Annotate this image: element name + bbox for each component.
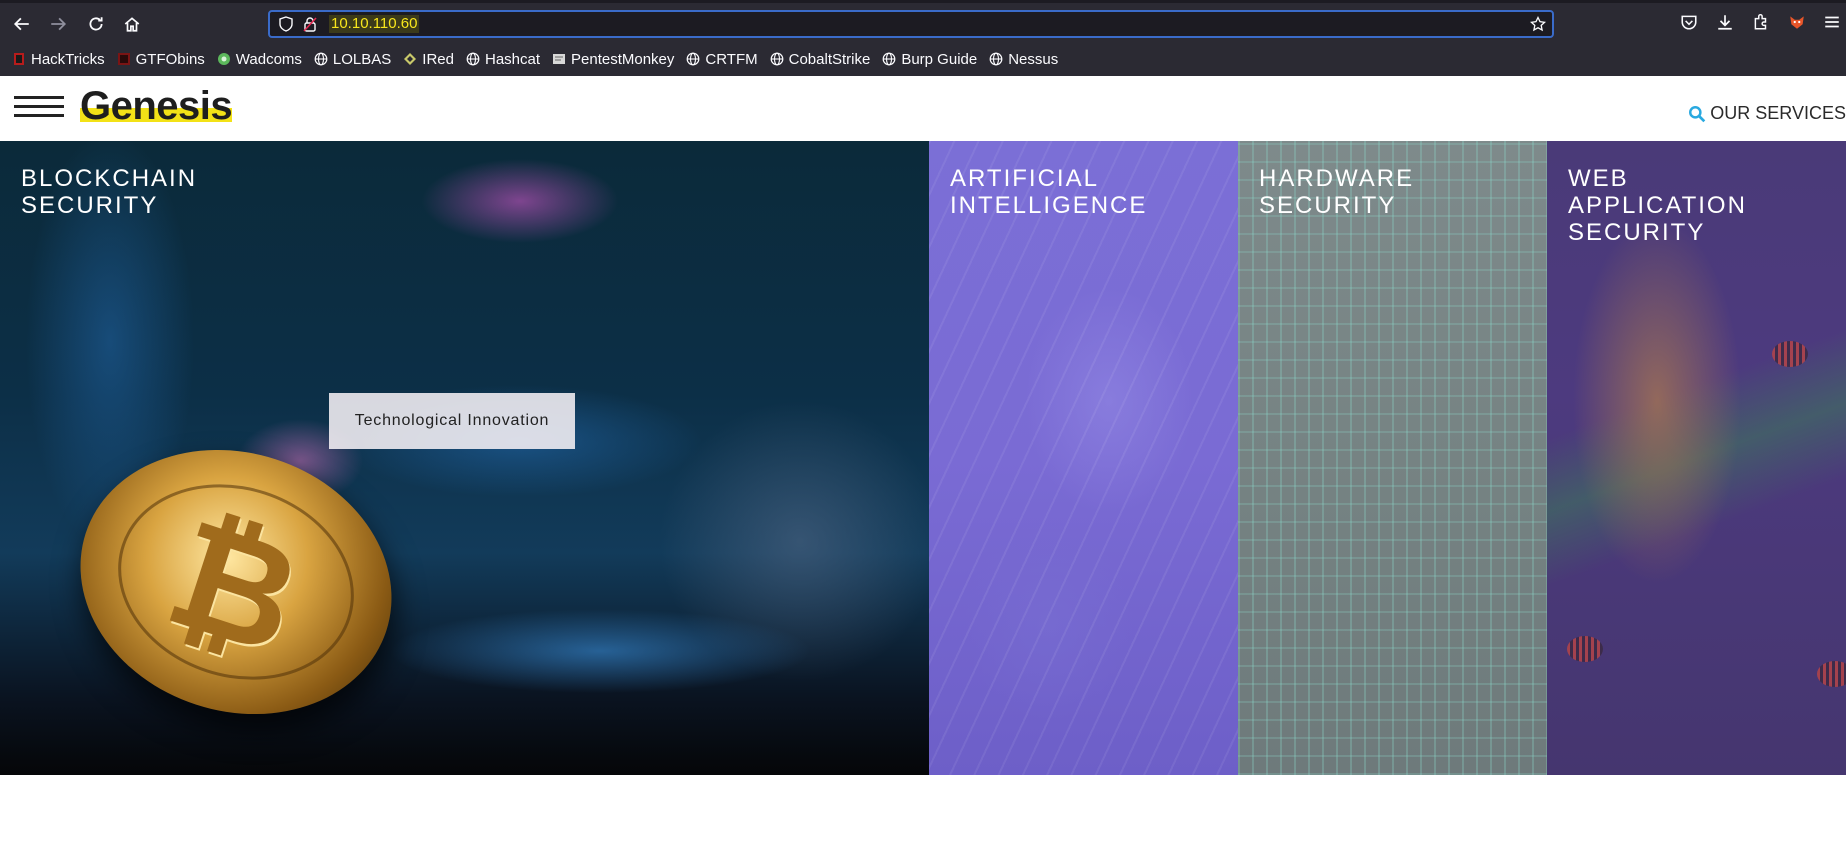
bug-illustration — [1567, 636, 1603, 662]
globe-icon — [314, 52, 328, 66]
shield-icon[interactable] — [278, 16, 294, 32]
hacktricks-icon — [12, 52, 26, 66]
panel-web-application-security[interactable]: WEB APPLICATION SECURITY — [1547, 141, 1846, 775]
logo-text: Genesis — [80, 84, 233, 128]
site-header: Genesis OUR SERVICES — [0, 76, 1846, 141]
hamburger-menu-icon[interactable] — [14, 96, 64, 120]
insecure-lock-icon[interactable] — [302, 16, 318, 32]
bookmark-label: PentestMonkey — [571, 50, 675, 68]
bookmark-label: Wadcoms — [235, 50, 302, 68]
globe-icon — [770, 52, 784, 66]
downloads-icon[interactable] — [1716, 13, 1734, 31]
bookmark-label: Hashcat — [484, 50, 541, 68]
panel-hardware-security[interactable]: HARDWARE SECURITY — [1238, 141, 1547, 775]
bookmark-nessus[interactable]: Nessus — [989, 51, 1058, 68]
bookmark-crtfm[interactable]: CRTFM — [686, 50, 758, 68]
bookmark-label: Burp Guide — [901, 50, 978, 68]
pentestmonkey-icon — [552, 52, 566, 66]
panel-title: ARTIFICIAL INTELLIGENCE — [950, 165, 1148, 219]
pocket-icon[interactable] — [1680, 13, 1698, 31]
panel-title: WEB APPLICATION SECURITY — [1568, 165, 1747, 246]
bitcoin-coin-image: ₿ — [45, 410, 427, 754]
bookmark-gtfobins[interactable]: GTFObins — [117, 51, 205, 68]
bookmark-hashcat[interactable]: Hashcat — [466, 51, 540, 68]
ired-icon — [403, 52, 417, 66]
globe-icon — [989, 52, 1003, 66]
panel-title: HARDWARE SECURITY — [1259, 165, 1415, 219]
bookmark-label: CRTFM — [705, 50, 758, 68]
bookmark-lolbas[interactable]: LOLBAS — [314, 51, 391, 68]
our-services-label: OUR SERVICES — [1710, 103, 1846, 123]
bookmark-label: HackTricks — [31, 50, 105, 68]
bookmarks-toolbar: HackTricks GTFObins Wadcoms LOLBAS IRed … — [0, 46, 1058, 72]
panel-blockchain-security[interactable]: BLOCKCHAIN SECURITY ₿ Technological Inno… — [0, 141, 929, 775]
our-services-link[interactable]: OUR SERVICES — [1688, 103, 1846, 124]
forward-arrow-icon — [51, 17, 67, 31]
bookmark-hacktricks[interactable]: HackTricks — [12, 51, 105, 68]
bookmark-star-icon[interactable] — [1530, 16, 1546, 32]
globe-icon — [882, 52, 896, 66]
reload-button[interactable] — [84, 12, 108, 36]
bookmark-wadcoms[interactable]: Wadcoms — [217, 51, 302, 68]
extensions-icon[interactable] — [1752, 13, 1770, 31]
bookmark-label: LOLBAS — [332, 50, 392, 68]
bookmark-pentestmonkey[interactable]: PentestMonkey — [552, 51, 674, 68]
globe-icon — [686, 52, 700, 66]
url-bar[interactable]: 10.10.110.60 — [268, 10, 1554, 38]
forward-button[interactable] — [46, 12, 70, 36]
search-icon — [1689, 105, 1706, 122]
wadcoms-icon — [217, 52, 231, 66]
back-arrow-icon — [13, 17, 29, 31]
services-panels: BLOCKCHAIN SECURITY ₿ Technological Inno… — [0, 141, 1846, 775]
logo[interactable]: Genesis — [80, 84, 233, 134]
bug-illustration — [1817, 661, 1846, 687]
reload-icon — [89, 17, 103, 31]
foxyproxy-icon[interactable] — [1788, 13, 1806, 31]
bookmark-cobaltstrike[interactable]: CobaltStrike — [770, 50, 871, 68]
bookmark-label: IRed — [422, 50, 454, 68]
home-button[interactable] — [120, 12, 144, 36]
bookmark-label: CobaltStrike — [788, 50, 871, 68]
back-button[interactable] — [10, 12, 34, 36]
bug-illustration — [1772, 341, 1808, 367]
gtfobins-icon — [117, 52, 131, 66]
url-text[interactable]: 10.10.110.60 — [329, 15, 420, 33]
globe-icon — [466, 52, 480, 66]
bookmark-burp-guide[interactable]: Burp Guide — [882, 51, 977, 68]
home-icon — [124, 17, 140, 32]
bookmark-label: Nessus — [1008, 50, 1059, 68]
technological-innovation-badge[interactable]: Technological Innovation — [329, 393, 575, 449]
browser-toolbar: 10.10.110.60 HackTricks GTFObins Wadcoms… — [0, 0, 1846, 76]
menu-icon[interactable] — [1823, 13, 1841, 31]
panel-artificial-intelligence[interactable]: ARTIFICIAL INTELLIGENCE — [929, 141, 1238, 775]
bookmark-label: GTFObins — [135, 50, 205, 68]
panel-title: BLOCKCHAIN SECURITY — [21, 165, 198, 219]
bookmark-ired[interactable]: IRed — [403, 51, 454, 68]
